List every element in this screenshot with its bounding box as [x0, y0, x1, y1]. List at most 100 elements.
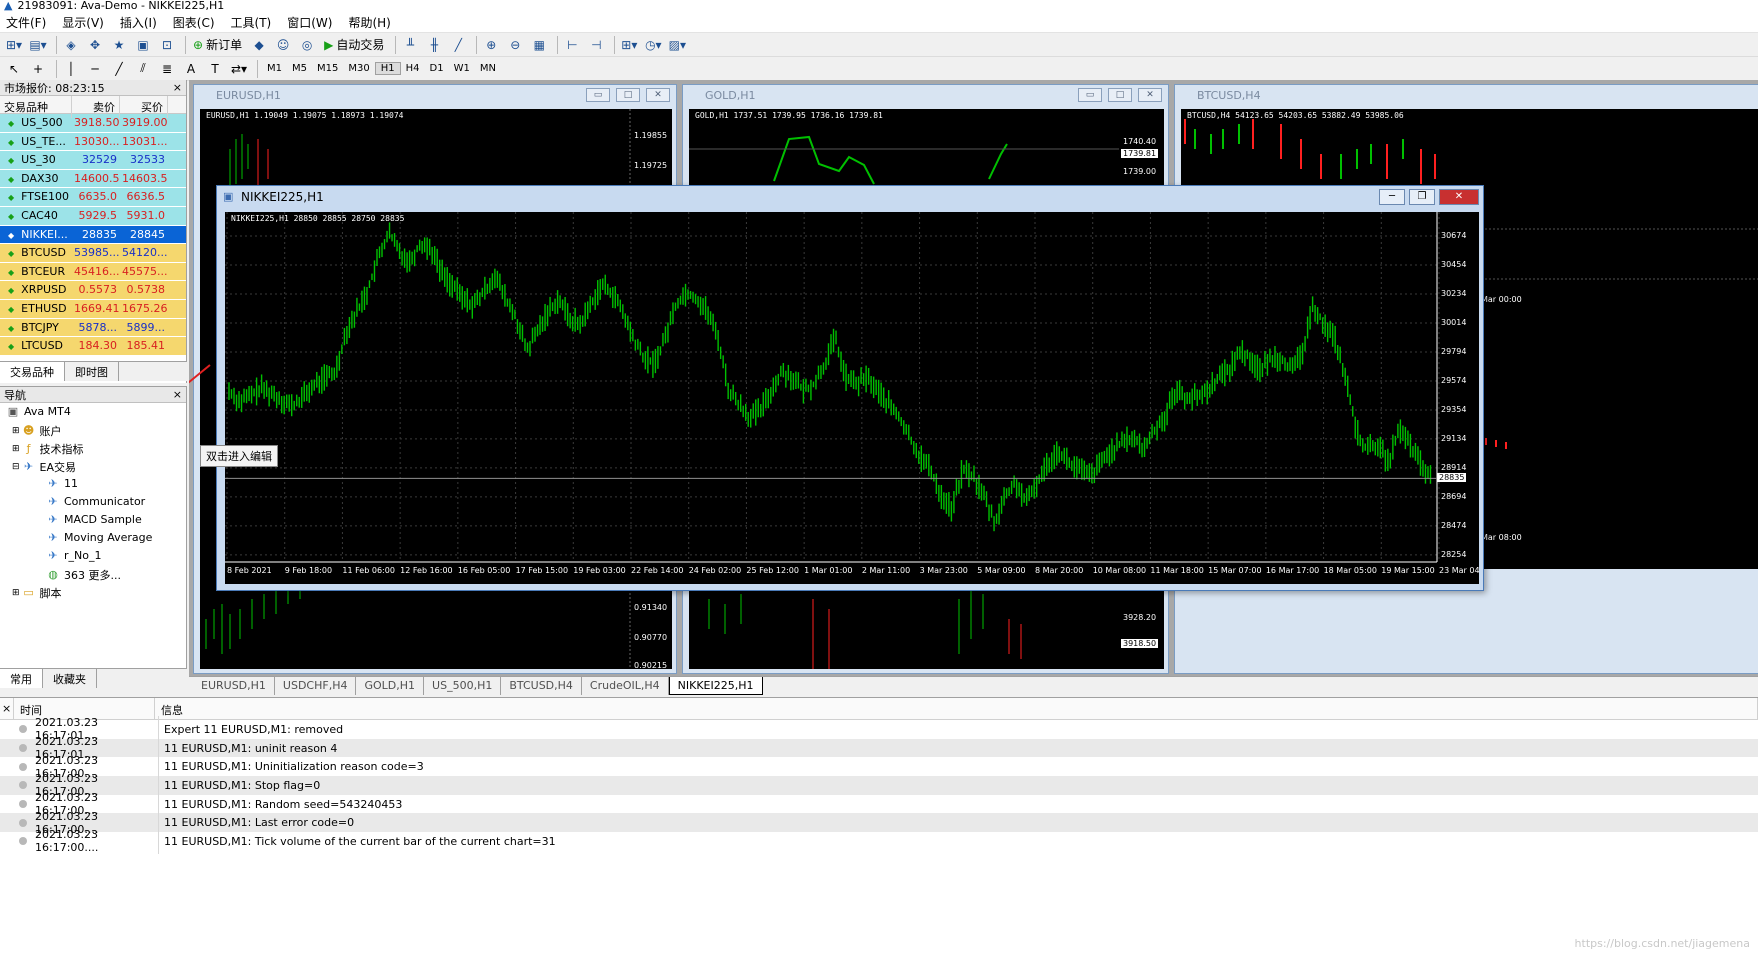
channel-icon[interactable]: ⫽ [133, 59, 153, 79]
crosshair-icon[interactable]: + [28, 59, 48, 79]
nav-item-ea-moving-average[interactable]: ✈ Moving Average [46, 531, 152, 544]
log-row[interactable]: 2021.03.23 16:17:00.... 11 EURUSD,M1: Tic… [0, 828, 1758, 855]
market-watch-row[interactable]: ◆ DAX30 14600.5 14603.5 [0, 169, 186, 189]
market-watch-row[interactable]: ◆ NIKKEI... 28835 28845 [0, 225, 186, 245]
zoom-out-icon[interactable]: ⊖ [505, 35, 525, 55]
close-icon[interactable]: × [173, 81, 182, 94]
signals-icon[interactable]: ☺ [273, 35, 293, 55]
timeframe-mn[interactable]: MN [475, 63, 501, 74]
nav-item-ea-macd-sample[interactable]: ✈ MACD Sample [46, 513, 141, 526]
nav-item-more[interactable]: ◍ 363 更多... [46, 567, 121, 583]
new-order-button[interactable]: ⊕ 新订单 [190, 35, 245, 55]
menu-tools[interactable]: 工具(T) [231, 14, 272, 31]
tile-windows-icon[interactable]: ▦ [529, 35, 549, 55]
nav-item-indicators[interactable]: ⊞ ƒ 技术指标 [12, 441, 84, 457]
chart-tab-btcusd[interactable]: BTCUSD,H4 [501, 677, 582, 695]
tab-tick-chart[interactable]: 即时图 [65, 362, 119, 381]
close-icon[interactable]: × [173, 388, 182, 401]
log-row[interactable]: 2021.03.23 16:17:00.... 11 EURUSD,M1: Las… [0, 809, 1758, 836]
metaeditor-icon[interactable]: ◆ [249, 35, 269, 55]
menu-charts[interactable]: 图表(C) [173, 14, 215, 31]
new-chart-icon[interactable]: ⊞▾ [4, 35, 24, 55]
nav-item-scripts[interactable]: ⊞ ▭ 脚本 [12, 585, 62, 601]
nav-item-ea-11[interactable]: ✈ 11 [46, 477, 78, 490]
log-row[interactable]: 2021.03.23 16:17:00.... 11 EURUSD,M1: Ran… [0, 791, 1758, 818]
horizontal-line-icon[interactable]: ─ [85, 59, 105, 79]
market-watch-row[interactable]: ◆ BTCJPY 5878... 5899... [0, 318, 186, 338]
log-row[interactable]: 2021.03.23 16:17:00.... 11 EURUSD,M1: Sto… [0, 772, 1758, 799]
expand-icon[interactable]: ⊞ [12, 588, 20, 598]
chart-tab-us500[interactable]: US_500,H1 [424, 677, 502, 695]
auto-trading-button[interactable]: ▶ 自动交易 [321, 35, 387, 55]
market-icon[interactable]: ◎ [297, 35, 317, 55]
timeframe-m30[interactable]: M30 [343, 63, 374, 74]
nav-item-accounts[interactable]: ⊞ ☻ 账户 [12, 423, 62, 439]
chart-shift-icon[interactable]: ⊢ [562, 35, 582, 55]
menu-view[interactable]: 显示(V) [62, 14, 104, 31]
market-watch-row[interactable]: ◆ LTCUSD 184.30 185.41 [0, 337, 186, 356]
expand-icon[interactable]: ⊞ [12, 426, 20, 436]
strategy-tester-icon[interactable]: ⊡ [157, 35, 177, 55]
cursor-icon[interactable]: ↖ [4, 59, 24, 79]
candlestick-icon[interactable]: ╫ [424, 35, 444, 55]
zoom-in-icon[interactable]: ⊕ [481, 35, 501, 55]
line-chart-icon[interactable]: ╱ [448, 35, 468, 55]
chart-tab-eurusd[interactable]: EURUSD,H1 [193, 677, 275, 695]
chart-tab-gold[interactable]: GOLD,H1 [356, 677, 425, 695]
symbol-name: LTCUSD [21, 339, 64, 353]
nav-root[interactable]: ▣ Ava MT4 [6, 405, 71, 418]
market-watch-row[interactable]: ◆ XRPUSD 0.5573 0.5738 [0, 281, 186, 300]
market-watch-row[interactable]: ◆ BTCEUR 45416... 45575... [0, 262, 186, 282]
chart-tab-nikkei225[interactable]: NIKKEI225,H1 [668, 677, 763, 695]
fibonacci-icon[interactable]: ≣ [157, 59, 177, 79]
data-window-icon[interactable]: ✥ [85, 35, 105, 55]
log-row[interactable]: 2021.03.23 16:17:01.... Expert 11 EURUSD,… [0, 716, 1758, 743]
navigator-icon[interactable]: ★ [109, 35, 129, 55]
market-watch-icon[interactable]: ◈ [61, 35, 81, 55]
market-watch-row[interactable]: ◆ US_500 3918.50 3919.00 [0, 114, 186, 133]
timeframe-m15[interactable]: M15 [312, 63, 343, 74]
vertical-line-icon[interactable]: │ [61, 59, 81, 79]
periods-icon[interactable]: ◷▾ [643, 35, 663, 55]
arrows-icon[interactable]: ⇄▾ [229, 59, 249, 79]
menu-window[interactable]: 窗口(W) [287, 14, 332, 31]
timeframe-w1[interactable]: W1 [449, 63, 475, 74]
menu-file[interactable]: 文件(F) [6, 14, 46, 31]
tab-common[interactable]: 常用 [0, 669, 43, 688]
nav-item-ea-r-no-1[interactable]: ✈ r_No_1 [46, 549, 101, 562]
menu-help[interactable]: 帮助(H) [348, 14, 390, 31]
collapse-icon[interactable]: ⊟ [12, 462, 20, 472]
text-label-icon[interactable]: T [205, 59, 225, 79]
templates-icon[interactable]: ▨▾ [667, 35, 687, 55]
market-watch-row[interactable]: ◆ US_30 32529 32533 [0, 151, 186, 170]
log-row[interactable]: 2021.03.23 16:17:01.... 11 EURUSD,M1: uni… [0, 735, 1758, 762]
chart-tab-crudeoil[interactable]: CrudeOIL,H4 [582, 677, 669, 695]
chart-tab-usdchf[interactable]: USDCHF,H4 [275, 677, 357, 695]
tab-symbols[interactable]: 交易品种 [0, 362, 65, 381]
nav-item-expert-advisors[interactable]: ⊟ ✈ EA交易 [12, 459, 76, 475]
timeframe-h4[interactable]: H4 [401, 63, 425, 74]
close-icon[interactable]: × [0, 698, 14, 719]
market-watch-row[interactable]: ◆ CAC40 5929.5 5931.0 [0, 206, 186, 226]
market-watch-row[interactable]: ◆ US_TE... 13030... 13031... [0, 132, 186, 152]
terminal-icon[interactable]: ▣ [133, 35, 153, 55]
nav-item-ea-communicator[interactable]: ✈ Communicator [46, 495, 145, 508]
tab-favorites[interactable]: 收藏夹 [43, 669, 97, 688]
text-icon[interactable]: A [181, 59, 201, 79]
market-watch-row[interactable]: ◆ BTCUSD 53985... 54120... [0, 244, 186, 263]
timeframe-m5[interactable]: M5 [287, 63, 312, 74]
timeframe-d1[interactable]: D1 [425, 63, 449, 74]
column-header-message[interactable]: 信息 [155, 698, 1758, 719]
log-row[interactable]: 2021.03.23 16:17:00.... 11 EURUSD,M1: Uni… [0, 753, 1758, 780]
expand-icon[interactable]: ⊞ [12, 444, 20, 454]
autoscroll-icon[interactable]: ⊣ [586, 35, 606, 55]
profiles-icon[interactable]: ▤▾ [28, 35, 48, 55]
timeframe-m1[interactable]: M1 [262, 63, 287, 74]
market-watch-row[interactable]: ◆ FTSE100 6635.0 6636.5 [0, 188, 186, 207]
timeframe-h1[interactable]: H1 [374, 62, 401, 75]
trendline-icon[interactable]: ╱ [109, 59, 129, 79]
bar-chart-icon[interactable]: ╨ [400, 35, 420, 55]
market-watch-row[interactable]: ◆ ETHUSD 1669.41 1675.26 [0, 299, 186, 319]
indicators-list-icon[interactable]: ⊞▾ [619, 35, 639, 55]
menu-insert[interactable]: 插入(I) [120, 14, 157, 31]
